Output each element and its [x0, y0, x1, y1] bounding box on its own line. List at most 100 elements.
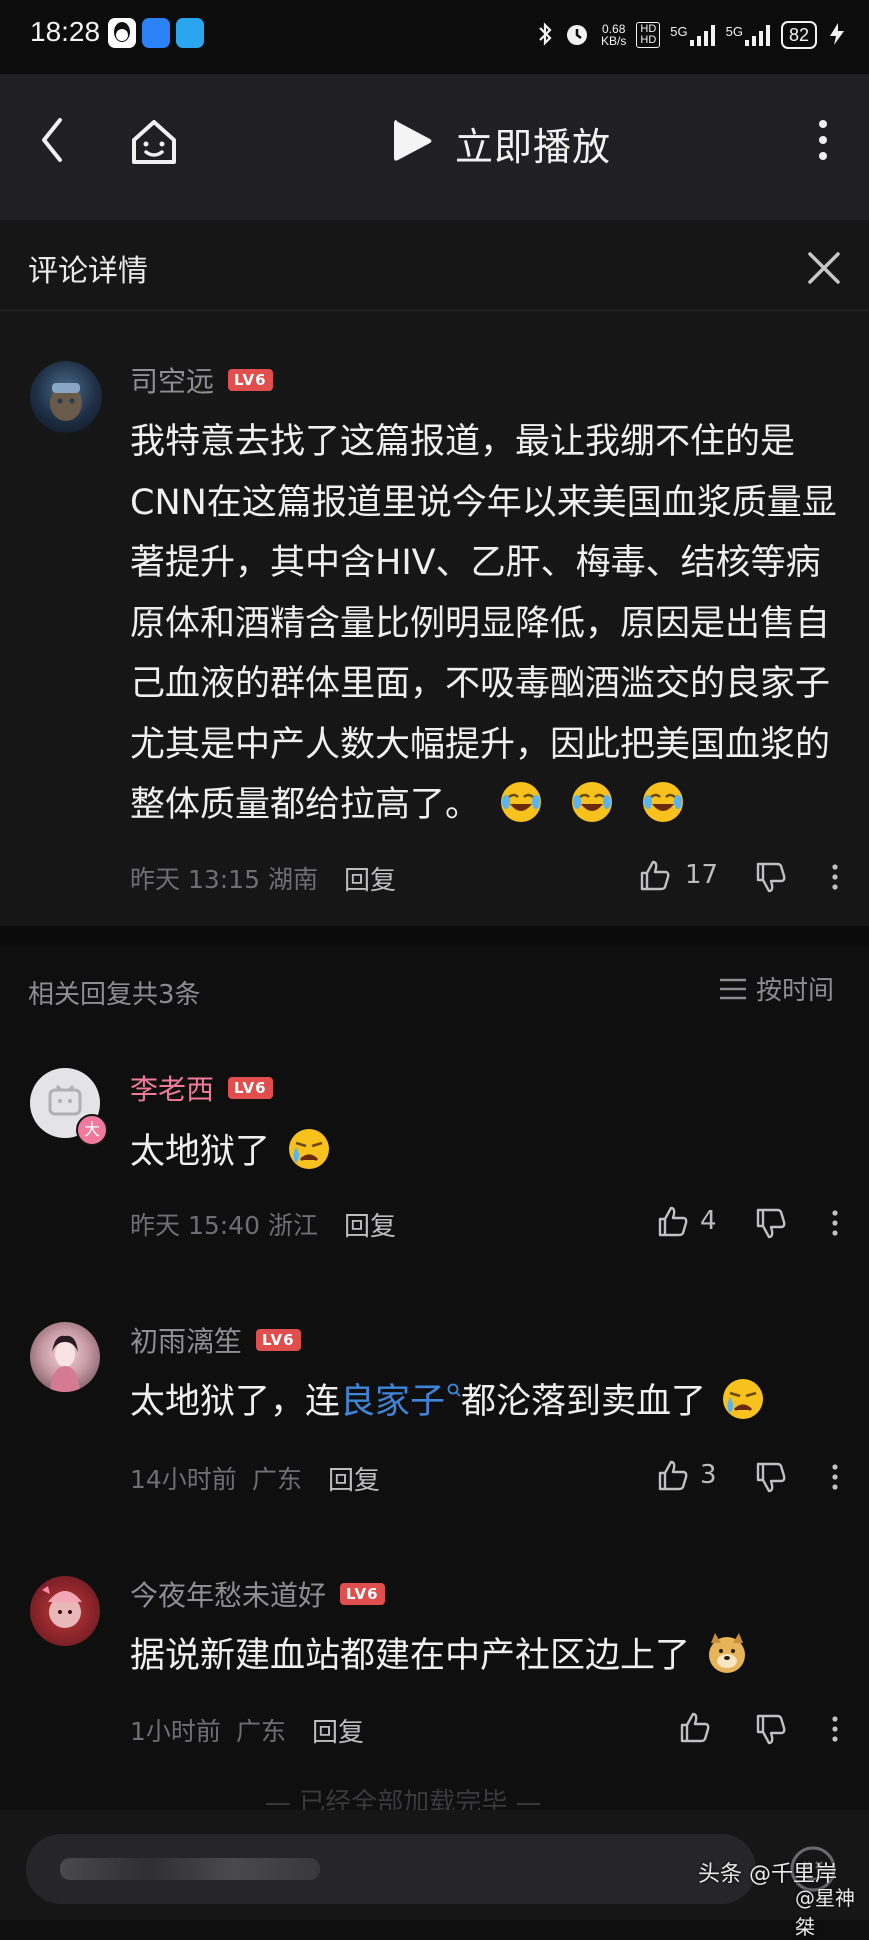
like-count: 17	[685, 860, 719, 890]
thumbs-up-icon	[680, 1712, 710, 1743]
watermark-author: @星神桀	[795, 1886, 855, 1939]
more-options-button[interactable]	[808, 112, 838, 168]
dislike-button[interactable]	[754, 1460, 788, 1498]
reply-button[interactable]: 回复	[344, 1206, 396, 1243]
avatar[interactable]	[30, 1576, 100, 1646]
comment-location: 浙江	[268, 1211, 319, 1240]
comment-line: 己血液的群体里面，不吸毒酗酒滥交的良家子	[130, 664, 831, 704]
comment-line: 著提升，其中含HIV、乙肝、梅毒、结核等病	[130, 543, 821, 583]
bluetooth-icon	[537, 21, 553, 50]
crying-emoji-icon	[289, 1129, 330, 1169]
level-badge: LV6	[256, 1329, 301, 1351]
alarm-icon	[563, 20, 591, 51]
more-button[interactable]	[828, 1460, 842, 1498]
thumbs-down-icon	[756, 1714, 786, 1745]
thumbs-down-icon	[756, 1208, 786, 1239]
battery-indicator: 82	[780, 21, 817, 49]
thumbs-down-icon	[756, 862, 786, 893]
username[interactable]: 今夜年愁未道好	[130, 1574, 326, 1614]
back-arrow-icon	[42, 118, 62, 162]
home-button[interactable]	[126, 114, 182, 170]
dislike-button[interactable]	[754, 1206, 788, 1244]
level-badge: LV6	[228, 1077, 273, 1099]
related-replies-count: 相关回复共3条	[28, 980, 201, 1010]
status-time: 18:28	[30, 16, 101, 47]
more-button[interactable]	[828, 1206, 842, 1244]
search-link-liangjiazi[interactable]: 良家子	[340, 1382, 461, 1422]
comment-line: 我特意去找了这篇报道，最让我绷不住的是	[130, 422, 796, 462]
blurred-placeholder	[60, 1858, 320, 1880]
vertical-dots-icon	[832, 864, 838, 890]
comment-time: 昨天 13:15	[130, 865, 260, 894]
reply-meta: 14小时前 广东 回复 3	[130, 1458, 850, 1498]
like-count: 4	[700, 1206, 717, 1236]
comment-detail-title: 评论详情	[28, 254, 148, 289]
reply-button[interactable]: 回复	[312, 1712, 364, 1749]
username[interactable]: 司空远	[130, 360, 214, 400]
qq-app-icon	[108, 18, 136, 48]
sort-button[interactable]: 按时间	[718, 970, 834, 1007]
reply-meta: 1小时前 广东 回复	[130, 1710, 850, 1750]
main-comment-text: 我特意去找了这篇报道，最让我绷不住的是 CNN在这篇报道里说今年以来美国血浆质量…	[130, 412, 850, 836]
comment-time: 1小时前	[130, 1717, 221, 1746]
net-speed: 0.68 KB/s	[601, 22, 627, 48]
comment-location: 广东	[252, 1465, 303, 1494]
username[interactable]: 李老西	[130, 1068, 214, 1108]
vip-badge: 大	[76, 1114, 108, 1146]
more-button[interactable]	[828, 1712, 842, 1750]
hd-indicator: HD HD	[636, 22, 661, 48]
section-divider	[0, 926, 869, 946]
level-badge: LV6	[340, 1583, 385, 1605]
laugh-cry-emoji-icon	[643, 782, 684, 822]
doge-emoji-icon	[709, 1633, 746, 1673]
main-comment-user-row: 司空远 LV6	[130, 360, 273, 400]
charging-icon	[827, 21, 847, 50]
reply-user-row: 今夜年愁未道好 LV6	[130, 1574, 385, 1614]
vertical-dots-icon	[832, 1210, 838, 1236]
close-button[interactable]	[804, 248, 844, 288]
thumbs-up-icon	[640, 860, 670, 891]
laugh-cry-emoji-icon	[501, 782, 542, 822]
home-face-icon	[132, 120, 176, 164]
dislike-button[interactable]	[754, 1712, 788, 1750]
reply-text: 太地狱了	[130, 1122, 331, 1183]
thumbs-up-icon	[658, 1206, 688, 1237]
comment-location: 湖南	[268, 865, 319, 894]
vertical-dots-icon	[819, 120, 827, 160]
comment-location: 广东	[236, 1717, 287, 1746]
signal-5g-2: 5G	[726, 24, 771, 46]
search-icon	[447, 1383, 461, 1397]
like-button[interactable]	[678, 1710, 712, 1748]
app-icon-blue	[142, 18, 170, 48]
play-now-label: 立即播放	[455, 125, 612, 169]
username[interactable]: 初雨漓笙	[130, 1320, 242, 1360]
avatar[interactable]	[30, 361, 102, 433]
like-button[interactable]	[656, 1204, 690, 1242]
like-button[interactable]	[638, 858, 672, 896]
level-badge: LV6	[228, 369, 273, 391]
avatar[interactable]	[30, 1322, 100, 1392]
comment-time: 昨天 15:40	[130, 1211, 260, 1240]
crying-emoji-icon	[723, 1379, 764, 1419]
vertical-dots-icon	[832, 1716, 838, 1742]
back-button[interactable]	[30, 112, 78, 168]
dislike-button[interactable]	[754, 860, 788, 898]
comment-line: CNN在这篇报道里说今年以来美国血浆质量显	[130, 482, 837, 523]
reply-text: 太地狱了，连良家子 都沦落到卖血了	[130, 1372, 765, 1433]
like-button[interactable]	[656, 1458, 690, 1496]
reply-meta: 昨天 15:40 浙江 回复 4	[130, 1204, 850, 1244]
close-icon	[808, 252, 840, 284]
reply-user-row: 初雨漓笙 LV6	[130, 1320, 301, 1360]
play-icon	[394, 120, 432, 161]
sort-lines-icon	[720, 978, 746, 999]
laugh-cry-emoji-icon	[572, 782, 613, 822]
vertical-dots-icon	[832, 1464, 838, 1490]
reply-button[interactable]: 回复	[328, 1460, 380, 1497]
status-right-group: 0.68 KB/s HD HD 5G 5G 82	[537, 18, 847, 52]
thumbs-up-icon	[658, 1460, 688, 1491]
comment-line: 原体和酒精含量比例明显降低，原因是出售自	[130, 603, 831, 644]
more-button[interactable]	[828, 860, 842, 898]
reply-button[interactable]: 回复	[344, 860, 396, 897]
like-count: 3	[700, 1460, 717, 1490]
sort-label: 按时间	[756, 976, 835, 1006]
